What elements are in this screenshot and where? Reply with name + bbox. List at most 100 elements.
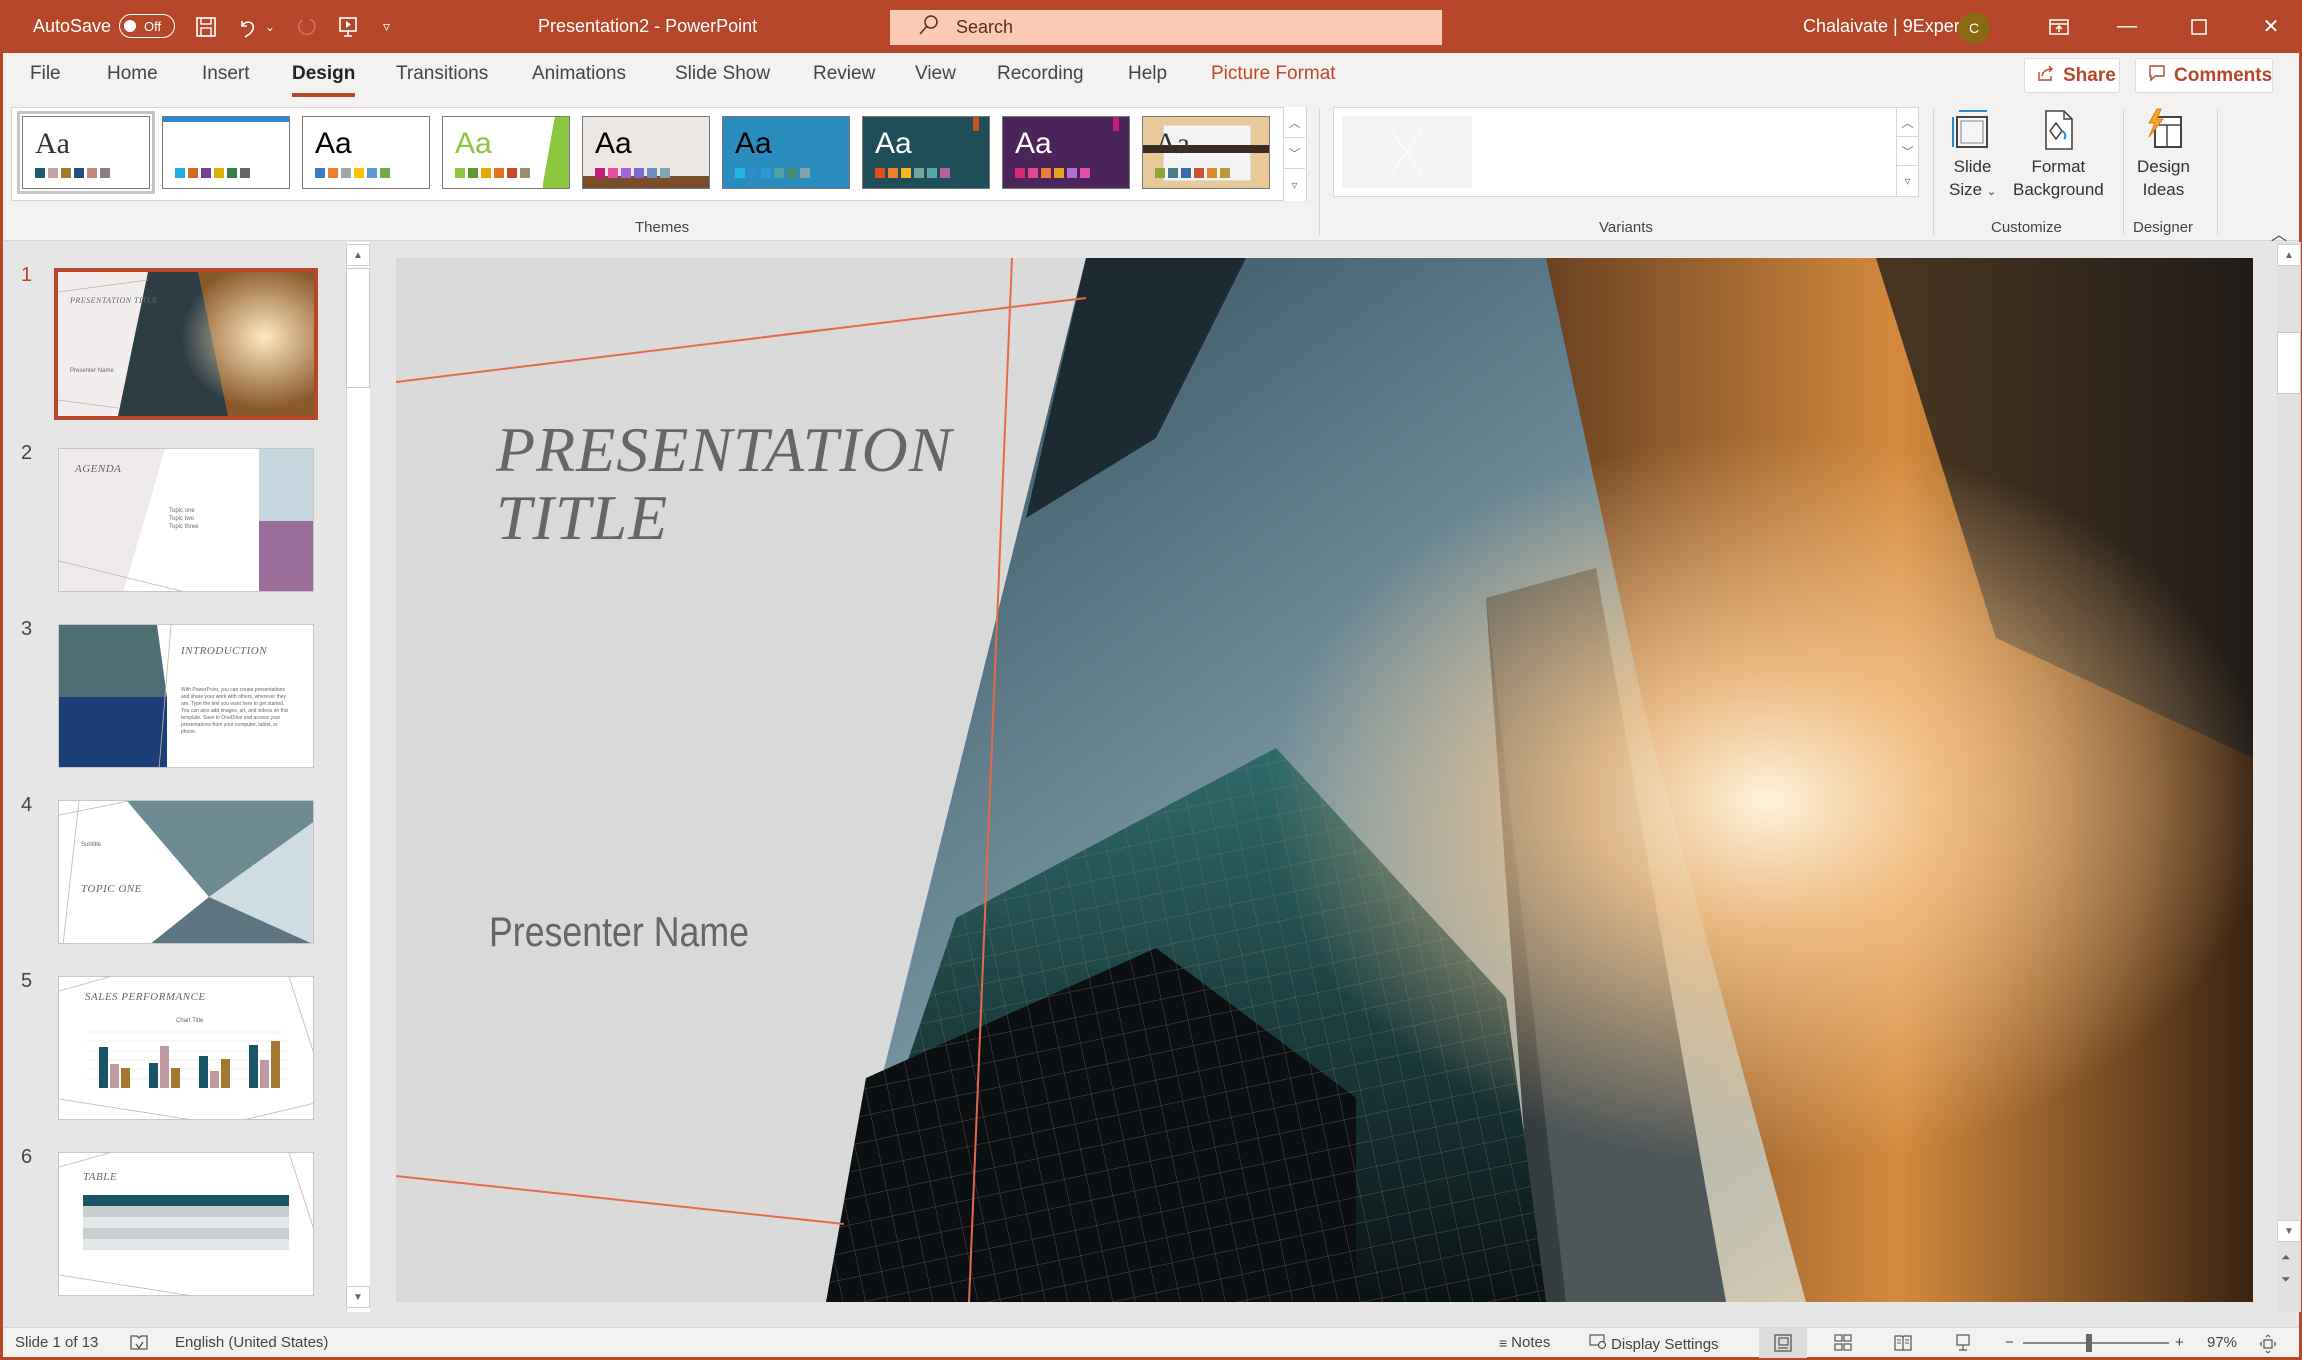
theme-thumbnail[interactable]: Aa: [1002, 116, 1130, 189]
zoom-in-button[interactable]: +: [2175, 1334, 2184, 1351]
color-swatch: [175, 168, 185, 178]
slide-counter[interactable]: Slide 1 of 13: [15, 1334, 98, 1351]
tab-help[interactable]: Help: [1128, 63, 1167, 91]
tab-view[interactable]: View: [915, 63, 956, 91]
customize-qat-icon[interactable]: ▿: [383, 0, 390, 53]
undo-icon[interactable]: [233, 0, 263, 53]
slide-sorter-view-button[interactable]: [1819, 1328, 1867, 1358]
theme-thumbnail[interactable]: Aa: [862, 116, 990, 189]
theme-color-swatches: [175, 168, 250, 178]
start-slideshow-icon[interactable]: [333, 0, 363, 53]
thumb-title: PRESENTATION TITLE: [70, 296, 158, 305]
slide-thumbnail-3[interactable]: INTRODUCTION With PowerPoint, you can cr…: [58, 624, 314, 768]
scroll-up-button[interactable]: ▲: [346, 244, 370, 266]
variants-up-button[interactable]: ︿: [1897, 108, 1918, 137]
next-slide-icon[interactable]: ⏷: [2281, 1272, 2291, 1287]
variants-down-button[interactable]: ﹀: [1897, 137, 1918, 166]
tab-animations[interactable]: Animations: [532, 63, 626, 91]
variants-more-button[interactable]: ▿: [1897, 166, 1918, 195]
slide-thumbnail-4[interactable]: Subtitle TOPIC ONE: [58, 800, 314, 944]
avatar[interactable]: C: [1958, 12, 1990, 44]
current-slide[interactable]: PRESENTATION TITLE Presenter Name: [396, 258, 2253, 1302]
main-vertical-scrollbar[interactable]: ▲ ▼ ⏶ ⏷: [2277, 242, 2301, 1312]
theme-thumbnail[interactable]: Aa: [442, 116, 570, 189]
zoom-out-button[interactable]: −: [2005, 1334, 2014, 1351]
tab-recording[interactable]: Recording: [997, 63, 1084, 91]
thumbnail-pane-scrollbar[interactable]: ▲ ▼: [346, 242, 370, 1312]
language-indicator[interactable]: English (United States): [175, 1334, 328, 1351]
slide-thumbnail-1[interactable]: PRESENTATION TITLE Presenter Name: [54, 268, 318, 420]
agenda-item: Topic one: [169, 508, 195, 514]
ribbon-display-options-icon[interactable]: [2029, 0, 2089, 53]
theme-font-preview: Aa: [455, 127, 492, 160]
scrollbar-thumb[interactable]: [346, 268, 370, 388]
slide-title[interactable]: PRESENTATION TITLE: [496, 416, 952, 552]
share-button[interactable]: Share: [2024, 58, 2120, 93]
presenter-name[interactable]: Presenter Name: [489, 908, 749, 956]
zoom-slider-thumb[interactable]: [2085, 1334, 2092, 1352]
zoom-slider[interactable]: [2023, 1342, 2169, 1344]
slide-thumbnail-2[interactable]: AGENDA Topic one Topic two Topic three: [58, 448, 314, 592]
accessibility-check-icon[interactable]: [129, 1334, 149, 1352]
slide-thumbnail-5[interactable]: SALES PERFORMANCE Chart Title: [58, 976, 314, 1120]
zoom-level[interactable]: 97%: [2207, 1334, 2237, 1351]
normal-view-button[interactable]: [1759, 1328, 1807, 1358]
search-input[interactable]: Search: [890, 10, 1442, 45]
tab-slide-show[interactable]: Slide Show: [675, 63, 770, 91]
user-name[interactable]: Chalaivate | 9Expert: [1803, 0, 1965, 53]
autosave-label: AutoSave: [33, 16, 112, 36]
design-ideas-button[interactable]: Design Ideas: [2137, 107, 2190, 201]
display-settings-button[interactable]: Display Settings: [1589, 1334, 1719, 1354]
slide-thumbnail-6[interactable]: TABLE: [58, 1152, 314, 1296]
theme-thumbnail[interactable]: Aa: [582, 116, 710, 189]
theme-thumbnail[interactable]: [162, 116, 290, 189]
reading-view-button[interactable]: [1879, 1328, 1927, 1358]
tab-picture-format[interactable]: Picture Format: [1211, 63, 1336, 91]
gallery-up-button[interactable]: ︿: [1284, 107, 1305, 138]
comments-button[interactable]: Comments: [2135, 58, 2273, 93]
scrollbar-thumb[interactable]: [2277, 332, 2301, 394]
tab-review[interactable]: Review: [813, 63, 875, 91]
color-swatch: [494, 168, 504, 178]
notes-button[interactable]: ≡ Notes: [1499, 1334, 1550, 1351]
slide-size-button[interactable]: Slide Size ⌄: [1949, 107, 1996, 204]
normal-view-icon: [1774, 1334, 1792, 1352]
variant-placeholder[interactable]: [1342, 116, 1472, 188]
theme-thumbnail[interactable]: Aa: [1142, 116, 1270, 189]
slide-show-view-button[interactable]: [1939, 1328, 1987, 1358]
autosave-toggle[interactable]: Off: [119, 14, 175, 38]
minimize-icon[interactable]: —: [2097, 0, 2157, 53]
gallery-more-button[interactable]: ▿: [1284, 169, 1305, 200]
tab-insert[interactable]: Insert: [202, 63, 250, 91]
redo-icon[interactable]: [291, 0, 321, 53]
fit-slide-to-window-icon[interactable]: [2259, 1334, 2277, 1354]
scroll-down-button[interactable]: ▼: [346, 1286, 370, 1308]
mini-bar: [199, 1056, 208, 1088]
theme-thumbnail[interactable]: Aa: [722, 116, 850, 189]
color-swatch: [787, 168, 797, 178]
mini-bar: [171, 1068, 180, 1088]
tab-transitions[interactable]: Transitions: [396, 63, 488, 91]
tab-design[interactable]: Design: [292, 63, 356, 97]
save-icon[interactable]: [191, 0, 221, 53]
gallery-down-button[interactable]: ﹀: [1284, 138, 1305, 169]
theme-font-preview: Aa: [595, 127, 632, 160]
scroll-up-button[interactable]: ▲: [2277, 244, 2301, 266]
thumb-agenda-items: Topic one Topic two Topic three: [169, 507, 198, 531]
tab-home[interactable]: Home: [107, 63, 158, 91]
close-icon[interactable]: ✕: [2241, 0, 2301, 53]
color-swatch: [507, 168, 517, 178]
scroll-down-button[interactable]: ▼: [2277, 1220, 2301, 1242]
theme-thumbnail[interactable]: Aa: [17, 111, 155, 194]
powerpoint-window: AutoSave Off ⌄ ▿ Presentation2 - PowerPo…: [0, 0, 2302, 1360]
maximize-icon[interactable]: [2169, 0, 2229, 53]
tab-file[interactable]: File: [30, 63, 61, 91]
theme-thumbnail[interactable]: Aa: [302, 116, 430, 189]
format-background-button[interactable]: Format Background: [2013, 107, 2104, 201]
mini-bar: [121, 1068, 130, 1088]
previous-slide-icon[interactable]: ⏶: [2281, 1250, 2291, 1265]
color-swatch: [468, 168, 478, 178]
thumb-chart-title: Chart Title: [176, 1018, 204, 1024]
undo-dropdown-icon[interactable]: ⌄: [265, 0, 275, 53]
mini-bar: [99, 1047, 108, 1088]
